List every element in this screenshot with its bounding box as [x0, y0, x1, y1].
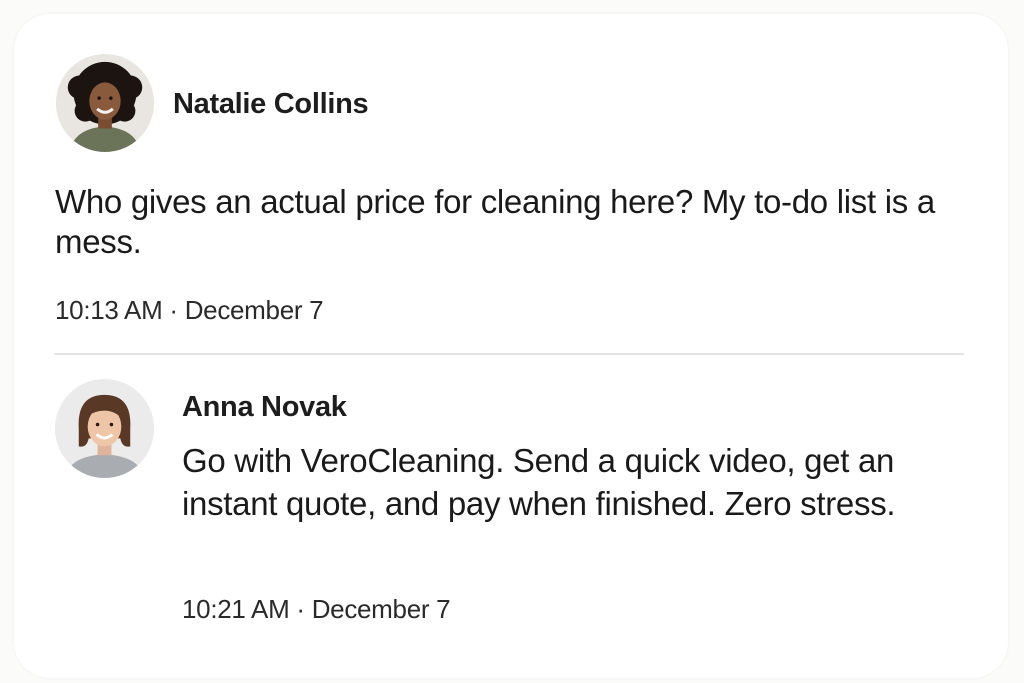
natalie-collins-avatar[interactable] [56, 54, 154, 152]
post-message-text: Who gives an actual price for cleaning h… [55, 183, 935, 260]
post-time: 10:13 AM [55, 295, 163, 325]
post-timestamp: 10:13 AM · December 7 [55, 295, 324, 326]
reply-message-text: Go with VeroCleaning. Send a quick video… [182, 442, 896, 522]
woman-bob-hair-avatar-icon [55, 379, 154, 478]
reply-date: December 7 [311, 594, 451, 624]
thread-divider [54, 353, 964, 355]
post-date: December 7 [184, 295, 324, 325]
post-author-name[interactable]: Natalie Collins [173, 88, 369, 121]
reply-time: 10:21 AM [182, 594, 290, 624]
anna-novak-avatar[interactable] [55, 379, 154, 478]
reply-time-separator: · [296, 594, 305, 624]
post-time-separator: · [169, 295, 178, 325]
reply-author-name[interactable]: Anna Novak [182, 391, 347, 424]
woman-curly-hair-avatar-icon [56, 54, 154, 152]
reply-timestamp: 10:21 AM · December 7 [182, 594, 451, 625]
comment-thread-card: Natalie Collins Who gives an actual pric… [14, 14, 1008, 678]
